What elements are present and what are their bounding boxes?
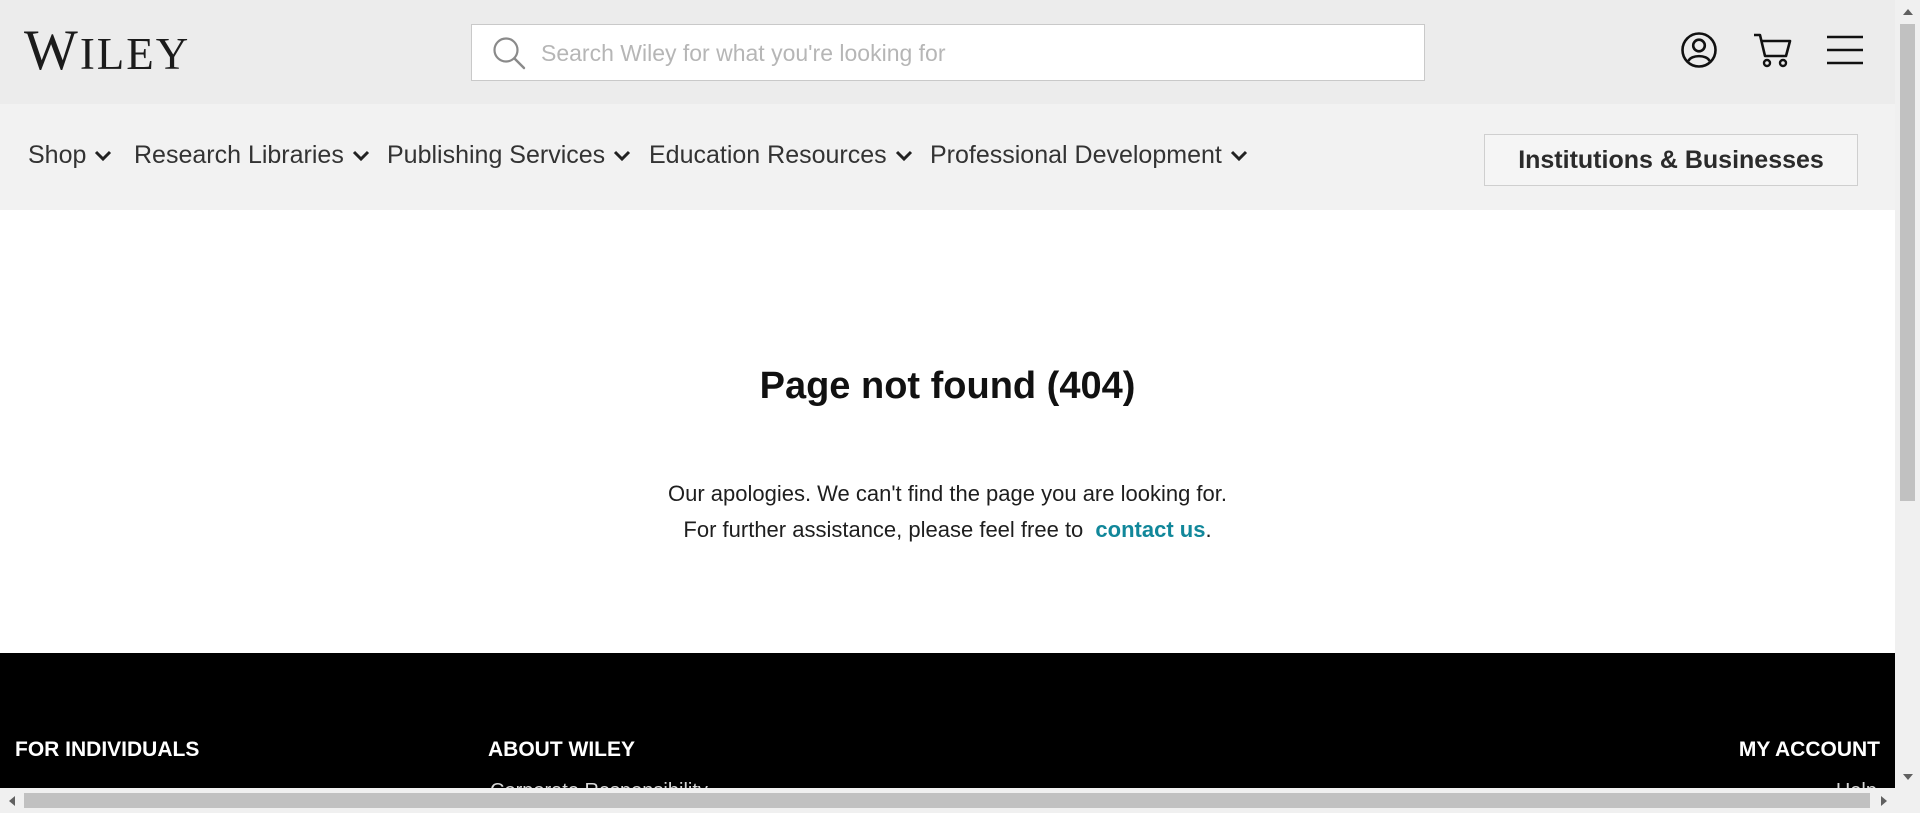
browser-viewport: WILEY Shop [0,0,1895,788]
nav-item-shop[interactable]: Shop [28,141,112,170]
nav-item-research-libraries[interactable]: Research Libraries [134,141,370,170]
site-header: WILEY [0,0,1895,104]
nav-item-label: Research Libraries [134,141,344,169]
nav-item-education-resources[interactable]: Education Resources [649,141,913,170]
footer-link-help[interactable]: Help [1836,780,1877,788]
footer-link-corporate-responsibility[interactable]: Corporate Responsibility [490,780,708,788]
account-icon[interactable] [1677,28,1721,72]
wiley-logo[interactable]: WILEY [24,21,190,84]
assistance-message: For further assistance, please feel free… [0,517,1895,543]
chevron-down-icon [1230,150,1247,161]
chevron-down-icon [352,150,369,161]
vertical-scroll-thumb[interactable] [1900,24,1915,501]
vertical-scrollbar[interactable] [1895,0,1920,788]
nav-item-label: Professional Development [930,141,1222,169]
footer-heading-my-account: MY ACCOUNT [1738,738,1880,761]
horizontal-scrollbar[interactable] [0,788,1895,813]
assistance-text: For further assistance, please feel free… [683,517,1084,542]
nav-item-professional-development[interactable]: Professional Development [930,141,1248,170]
footer-heading-for-individuals: FOR INDIVIDUALS [15,738,200,761]
error-content: Page not found (404) Our apologies. We c… [0,210,1895,653]
cart-icon[interactable] [1751,28,1795,72]
scrollbar-corner [1895,788,1920,813]
nav-item-label: Education Resources [649,141,887,169]
footer-heading-about-wiley: ABOUT WILEY [488,738,635,761]
chevron-down-icon [95,150,112,161]
search-box[interactable] [471,24,1425,81]
assistance-period: . [1205,517,1212,542]
scroll-up-arrow-icon[interactable] [1895,0,1920,22]
institutions-businesses-button[interactable]: Institutions & Businesses [1484,134,1858,186]
chevron-down-icon [614,150,631,161]
apology-message: Our apologies. We can't find the page yo… [667,481,1228,506]
nav-item-label: Publishing Services [387,141,606,169]
chevron-down-icon [895,150,912,161]
search-icon[interactable] [491,35,527,71]
logo-rest: ILEY [79,29,191,79]
search-input[interactable] [539,33,1399,73]
horizontal-scroll-thumb[interactable] [24,793,1870,808]
scroll-right-arrow-icon[interactable] [1873,788,1895,813]
site-footer: FOR INDIVIDUALS ABOUT WILEY Corporate Re… [0,653,1895,788]
scroll-down-arrow-icon[interactable] [1895,766,1920,788]
menu-icon[interactable] [1825,28,1865,72]
contact-us-link[interactable]: contact us [1095,517,1205,542]
nav-item-label: Shop [28,141,87,169]
nav-item-publishing-services[interactable]: Publishing Services [387,141,631,170]
logo-initial: W [24,19,80,82]
scroll-left-arrow-icon[interactable] [0,788,22,813]
main-navigation: Shop Research Libraries Publishing Servi… [0,104,1895,210]
page-title: Page not found (404) [759,365,1136,407]
